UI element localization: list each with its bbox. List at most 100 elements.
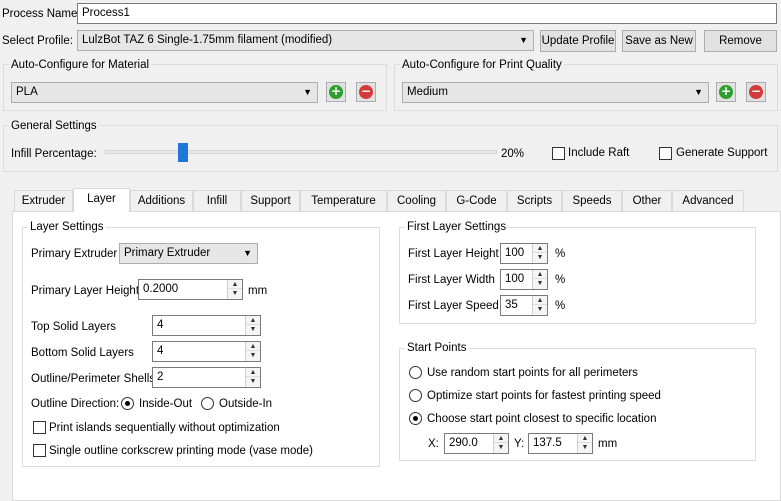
first-layer-speed-input[interactable]: 35 ▲ ▼ xyxy=(500,295,548,316)
general-settings-title: General Settings xyxy=(9,119,99,133)
tab-infill[interactable]: Infill xyxy=(193,190,241,211)
quality-group-title: Auto-Configure for Print Quality xyxy=(400,58,564,72)
first-layer-height-unit: % xyxy=(555,248,566,260)
start-y-input[interactable]: 137.5 ▲ ▼ xyxy=(528,433,593,454)
start-points-title: Start Points xyxy=(405,341,469,355)
tab-layer[interactable]: Layer xyxy=(73,188,130,212)
spin-down-icon[interactable]: ▼ xyxy=(578,443,592,452)
spin-down-icon[interactable]: ▼ xyxy=(246,325,260,334)
start-y-label: Y: xyxy=(514,438,525,450)
add-quality-button[interactable]: + xyxy=(716,82,736,102)
bottom-solid-layers-value: 4 xyxy=(157,345,164,357)
tab-advanced[interactable]: Advanced xyxy=(672,190,744,211)
infill-percentage-label: Infill Percentage: xyxy=(11,148,97,160)
plus-icon: + xyxy=(329,84,343,99)
spin-down-icon[interactable]: ▼ xyxy=(246,377,260,386)
spinner-buttons[interactable]: ▲ ▼ xyxy=(532,244,547,263)
include-raft-checkbox[interactable] xyxy=(552,147,565,160)
vase-mode-checkbox[interactable] xyxy=(33,444,46,457)
infill-value: 20% xyxy=(501,148,525,160)
spin-up-icon[interactable]: ▲ xyxy=(246,368,260,377)
spinner-buttons[interactable]: ▲ ▼ xyxy=(532,296,547,315)
spin-down-icon[interactable]: ▼ xyxy=(228,289,242,298)
material-dropdown[interactable]: PLA ▼ xyxy=(11,82,318,103)
optimize-start-radio[interactable] xyxy=(409,389,422,402)
minus-icon: − xyxy=(359,84,373,99)
profile-dropdown[interactable]: LulzBot TAZ 6 Single-1.75mm filament (mo… xyxy=(77,30,534,51)
optimize-start-label: Optimize start points for fastest printi… xyxy=(427,390,661,402)
inside-out-label: Inside-Out xyxy=(139,398,193,410)
outside-in-label: Outside-In xyxy=(219,398,273,410)
save-as-new-button[interactable]: Save as New xyxy=(622,30,696,52)
update-profile-button[interactable]: Update Profile xyxy=(540,30,616,52)
closest-start-radio[interactable] xyxy=(409,412,422,425)
first-layer-height-value: 100 xyxy=(505,247,525,259)
top-solid-layers-value: 4 xyxy=(157,319,164,331)
tab-temperature[interactable]: Temperature xyxy=(300,190,387,211)
outline-shells-label: Outline/Perimeter Shells xyxy=(31,373,155,385)
outline-shells-input[interactable]: 2 ▲ ▼ xyxy=(152,367,261,388)
inside-out-radio[interactable] xyxy=(121,397,134,410)
top-solid-layers-input[interactable]: 4 ▲ ▼ xyxy=(152,315,261,336)
spin-down-icon[interactable]: ▼ xyxy=(533,305,547,314)
tab-support[interactable]: Support xyxy=(241,190,300,211)
random-start-label: Use random start points for all perimete… xyxy=(427,367,638,379)
minus-icon: − xyxy=(749,84,763,99)
tab-scripts[interactable]: Scripts xyxy=(507,190,562,211)
primary-extruder-dropdown[interactable]: Primary Extruder ▼ xyxy=(119,243,258,264)
infill-slider-thumb[interactable] xyxy=(178,143,189,162)
remove-material-button[interactable]: − xyxy=(356,82,376,102)
generate-support-checkbox[interactable] xyxy=(659,147,672,160)
spinner-buttons[interactable]: ▲ ▼ xyxy=(227,280,242,299)
bottom-solid-layers-label: Bottom Solid Layers xyxy=(31,347,134,359)
spin-up-icon[interactable]: ▲ xyxy=(246,342,260,351)
tab-gcode[interactable]: G-Code xyxy=(446,190,507,211)
include-raft-label: Include Raft xyxy=(568,147,630,159)
start-x-input[interactable]: 290.0 ▲ ▼ xyxy=(444,433,509,454)
spin-up-icon[interactable]: ▲ xyxy=(533,244,547,253)
chevron-down-icon: ▼ xyxy=(303,87,312,97)
spinner-buttons[interactable]: ▲ ▼ xyxy=(245,368,260,387)
spin-up-icon[interactable]: ▲ xyxy=(533,270,547,279)
add-material-button[interactable]: + xyxy=(326,82,346,102)
remove-quality-button[interactable]: − xyxy=(746,82,766,102)
infill-slider-track[interactable] xyxy=(105,150,497,154)
spin-down-icon[interactable]: ▼ xyxy=(494,443,508,452)
tab-extruder[interactable]: Extruder xyxy=(14,190,73,211)
spin-up-icon[interactable]: ▲ xyxy=(246,316,260,325)
tab-cooling[interactable]: Cooling xyxy=(387,190,446,211)
tab-speeds[interactable]: Speeds xyxy=(562,190,622,211)
first-layer-height-input[interactable]: 100 ▲ ▼ xyxy=(500,243,548,264)
material-dropdown-value: PLA xyxy=(16,86,38,98)
primary-layer-height-value: 0.2000 xyxy=(143,283,179,295)
start-x-value: 290.0 xyxy=(449,437,478,449)
first-layer-width-value: 100 xyxy=(505,273,525,285)
spin-down-icon[interactable]: ▼ xyxy=(246,351,260,360)
spin-down-icon[interactable]: ▼ xyxy=(533,279,547,288)
spinner-buttons[interactable]: ▲ ▼ xyxy=(577,434,592,453)
spinner-buttons[interactable]: ▲ ▼ xyxy=(245,342,260,361)
first-layer-speed-label: First Layer Speed xyxy=(408,300,499,312)
outside-in-radio[interactable] xyxy=(201,397,214,410)
tab-additions[interactable]: Additions xyxy=(130,190,193,211)
primary-layer-height-input[interactable]: 0.2000 ▲ ▼ xyxy=(138,279,243,300)
spin-up-icon[interactable]: ▲ xyxy=(228,280,242,289)
tab-other[interactable]: Other xyxy=(622,190,672,211)
spin-up-icon[interactable]: ▲ xyxy=(533,296,547,305)
process-name-input[interactable]: Process1 xyxy=(77,3,777,24)
closest-start-label: Choose start point closest to specific l… xyxy=(427,413,657,425)
spinner-buttons[interactable]: ▲ ▼ xyxy=(493,434,508,453)
first-layer-height-label: First Layer Height xyxy=(408,248,499,260)
remove-profile-button[interactable]: Remove xyxy=(704,30,777,52)
quality-dropdown[interactable]: Medium ▼ xyxy=(402,82,709,103)
spin-down-icon[interactable]: ▼ xyxy=(533,253,547,262)
spin-up-icon[interactable]: ▲ xyxy=(494,434,508,443)
random-start-radio[interactable] xyxy=(409,366,422,379)
profile-dropdown-value: LulzBot TAZ 6 Single-1.75mm filament (mo… xyxy=(82,34,333,46)
spin-up-icon[interactable]: ▲ xyxy=(578,434,592,443)
spinner-buttons[interactable]: ▲ ▼ xyxy=(532,270,547,289)
spinner-buttons[interactable]: ▲ ▼ xyxy=(245,316,260,335)
bottom-solid-layers-input[interactable]: 4 ▲ ▼ xyxy=(152,341,261,362)
first-layer-width-input[interactable]: 100 ▲ ▼ xyxy=(500,269,548,290)
print-islands-checkbox[interactable] xyxy=(33,421,46,434)
